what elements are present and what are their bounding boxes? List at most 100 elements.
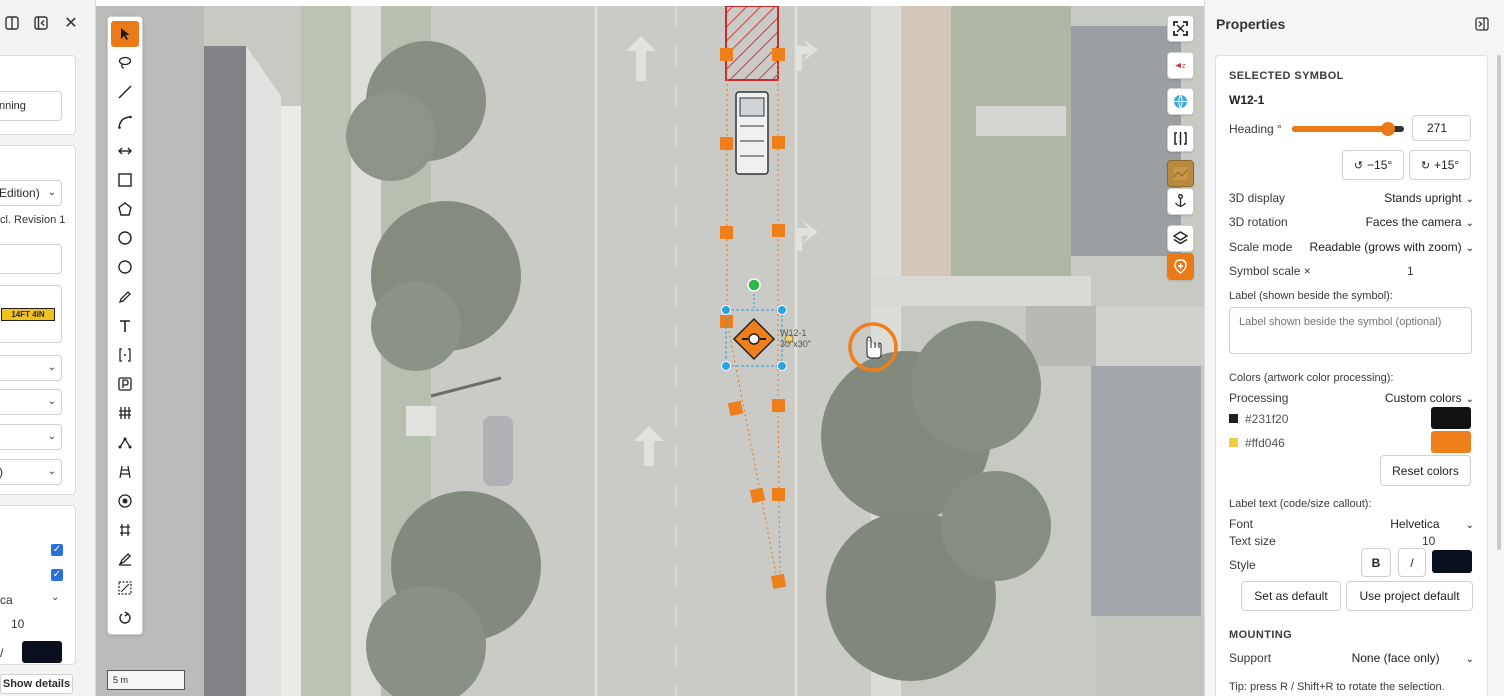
label-textarea[interactable] [1229, 307, 1472, 354]
scale-bar: 5 m [107, 670, 185, 690]
heading-input[interactable]: 271 [1412, 115, 1471, 141]
left-select-3[interactable]: ⌄ [0, 424, 62, 450]
processing-select[interactable]: Custom colors ⌄ [1385, 391, 1474, 405]
area-select-tool-icon[interactable] [111, 575, 139, 601]
rotation-3d-label: 3D rotation [1229, 215, 1288, 229]
color1-swatch[interactable] [1431, 407, 1471, 429]
line-tool-icon[interactable] [111, 79, 139, 105]
properties-scrollbar[interactable] [1497, 55, 1501, 550]
text-size-input[interactable]: 10 [1422, 534, 1435, 548]
left-partial-button[interactable]: nning [0, 91, 62, 121]
bold-button[interactable]: B [1361, 548, 1391, 577]
left-text-size: 10 [11, 617, 25, 631]
chevron-down-icon: ⌄ [1465, 194, 1474, 205]
satellite-layer-icon[interactable] [1167, 160, 1194, 187]
color2-swatch[interactable] [1431, 431, 1471, 453]
compass-north-icon[interactable]: z [1167, 52, 1194, 79]
selected-symbol-header: SELECTED SYMBOL [1229, 70, 1344, 82]
rotate-left-button[interactable]: ↺ −15° [1342, 150, 1404, 180]
font-select[interactable]: Helvetica ⌄ [1390, 517, 1474, 531]
fullscreen-icon[interactable] [1167, 15, 1194, 42]
undo-rotate-icon[interactable] [111, 605, 139, 631]
font-label: Font [1229, 517, 1254, 531]
left-italic-partial[interactable]: / [0, 646, 3, 660]
reset-colors-button[interactable]: Reset colors [1380, 455, 1471, 486]
ellipse-tool-icon[interactable] [111, 254, 139, 280]
support-select[interactable]: None (face only) ⌄ [1352, 651, 1474, 665]
heading-slider[interactable] [1292, 122, 1404, 136]
map-canvas[interactable]: W12-1 30"x30" [96, 6, 1204, 696]
parking-sign-tool-icon[interactable] [111, 371, 139, 397]
collapse-panel-icon[interactable] [32, 14, 50, 32]
curve-tool-icon[interactable] [111, 109, 139, 135]
left-empty-input[interactable] [0, 244, 62, 274]
collapse-panel-icon[interactable] [1474, 16, 1490, 32]
clearance-sign: 14FT 4IN [1, 308, 55, 321]
revision-text: cl. Revision 1 [0, 214, 66, 226]
rectangle-tool-icon[interactable] [111, 167, 139, 193]
truck-icon[interactable] [735, 91, 769, 175]
globe-icon[interactable] [1167, 88, 1194, 115]
text-color-swatch[interactable] [1432, 550, 1472, 573]
font-value: Helvetica [1390, 517, 1440, 531]
polygon-tool-icon[interactable] [111, 196, 139, 222]
pencil-tool-icon[interactable] [111, 284, 139, 310]
crosswalk-tool-icon[interactable] [111, 400, 139, 426]
processing-value: Custom colors [1384, 391, 1462, 405]
lasso-tool-icon[interactable] [111, 50, 139, 76]
italic-button[interactable]: / [1398, 548, 1426, 577]
close-icon[interactable]: ✕ [62, 14, 80, 32]
symbol-map-label-1: W12-1 [780, 328, 807, 338]
anchor-icon[interactable] [1167, 188, 1194, 215]
heading-slider-thumb[interactable] [1381, 122, 1396, 136]
scale-mode-select[interactable]: Readable (grows with zoom) ⌄ [1310, 240, 1474, 254]
support-label: Support [1229, 651, 1272, 665]
buffer-zone[interactable] [725, 6, 779, 81]
display-3d-label: 3D display [1229, 191, 1286, 205]
rotate-right-icon: ↻ [1420, 159, 1431, 172]
display-3d-select[interactable]: Stands upright ⌄ [1384, 191, 1474, 205]
w12-1-sign-symbol[interactable] [732, 317, 776, 361]
text-tool-icon[interactable] [111, 313, 139, 339]
rotate-right-button[interactable]: ↻ +15° [1409, 150, 1471, 180]
left-font-partial[interactable]: ca [0, 593, 13, 607]
left-checkbox-2[interactable]: ✓ [51, 569, 63, 581]
left-select-2[interactable]: ⌄ [0, 389, 62, 415]
railroad-tool-icon[interactable] [111, 517, 139, 543]
hand-cursor-icon [866, 336, 882, 359]
location-tag-icon[interactable] [1167, 253, 1194, 280]
left-select-1[interactable]: ⌄ [0, 355, 62, 381]
display-3d-value: Stands upright [1384, 191, 1462, 205]
chevron-down-icon: ⌄ [1465, 218, 1474, 229]
scale-mode-value: Readable (grows with zoom) [1309, 240, 1462, 254]
properties-panel: Properties SELECTED SYMBOL W12-1 Heading… [1204, 0, 1504, 696]
rotate-handle[interactable] [747, 278, 761, 292]
rotation-3d-select[interactable]: Faces the camera ⌄ [1366, 215, 1474, 229]
text-size-label: Text size [1229, 534, 1276, 548]
work-zone-overlay: W12-1 30"x30" [720, 6, 898, 589]
left-select-4[interactable]: )⌄ [0, 459, 62, 485]
scale-mode-label: Scale mode [1229, 240, 1293, 254]
left-checkbox-1[interactable]: ✓ [51, 544, 63, 556]
use-project-default-button[interactable]: Use project default [1346, 581, 1473, 611]
edition-select[interactable]: Edition) ⌄ [0, 180, 62, 206]
symbol-scale-input[interactable]: 1 [1407, 264, 1414, 278]
chevron-down-icon: ⌄ [47, 466, 56, 477]
drawing-toolbar [107, 16, 143, 635]
measure-tool-icon[interactable] [111, 138, 139, 164]
show-details-button[interactable]: Show details [0, 674, 73, 694]
split-view-icon[interactable] [1167, 125, 1194, 152]
label-field-label: Label (shown beside the symbol): [1229, 290, 1393, 302]
layers-icon[interactable] [1167, 225, 1194, 252]
callout-tool-icon[interactable] [111, 342, 139, 368]
barricade-tool-icon[interactable] [111, 459, 139, 485]
node-path-tool-icon[interactable] [111, 430, 139, 456]
color2-dot [1229, 438, 1238, 447]
set-as-default-button[interactable]: Set as default [1241, 581, 1341, 611]
left-text-color-swatch[interactable] [22, 641, 62, 663]
panel-layout-icon[interactable] [3, 14, 21, 32]
select-tool-icon[interactable] [111, 21, 139, 47]
marker-tool-icon[interactable] [111, 546, 139, 572]
target-tool-icon[interactable] [111, 488, 139, 514]
circle-tool-icon[interactable] [111, 225, 139, 251]
